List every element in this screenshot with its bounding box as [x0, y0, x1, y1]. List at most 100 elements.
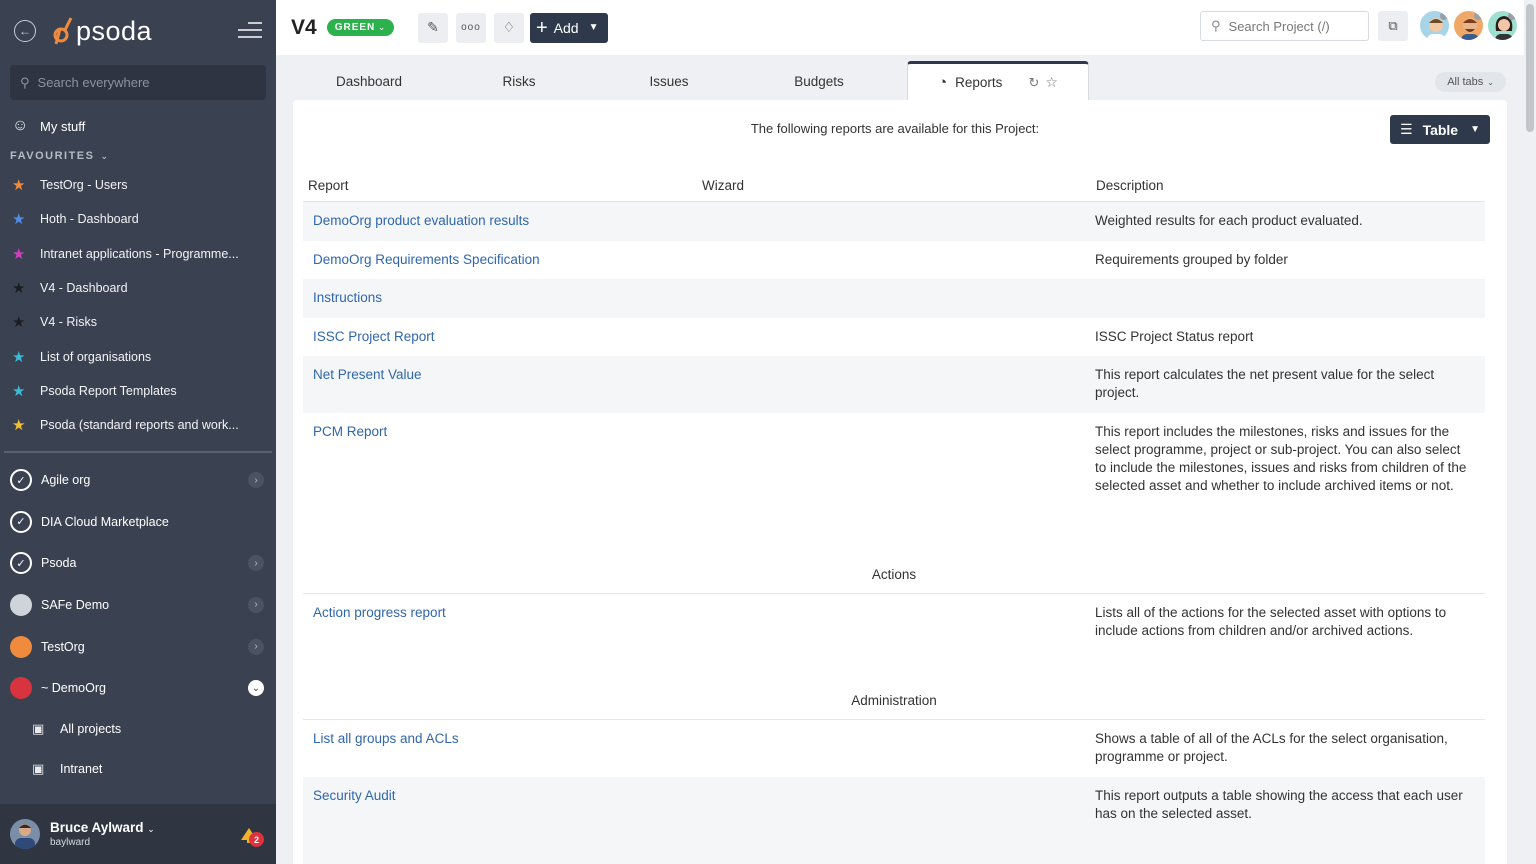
- tab-risks[interactable]: Risks: [444, 61, 594, 101]
- logo-text: psoda: [76, 15, 153, 46]
- group-header: Administration: [303, 652, 1485, 720]
- avatar[interactable]: [1452, 9, 1485, 42]
- chevron-down-icon[interactable]: ⌄: [248, 680, 264, 697]
- sidebar-org-item[interactable]: ✓ Psoda ›: [0, 543, 276, 585]
- list-icon: ☰: [1400, 121, 1413, 137]
- sub-item-label: Intranet: [60, 761, 103, 776]
- user-panel[interactable]: Bruce Aylward ⌄ baylward 2: [0, 804, 276, 864]
- org-label: Agile org: [41, 473, 91, 488]
- favourite-label: List of organisations: [40, 349, 152, 364]
- chevron-right-icon[interactable]: ›: [248, 596, 264, 613]
- favourite-item[interactable]: ★ Psoda Report Templates: [0, 374, 276, 408]
- chevron-down-icon: ⌄: [100, 150, 110, 161]
- report-link[interactable]: DemoOrg product evaluation results: [313, 213, 529, 228]
- external-link-icon: ⧉: [1388, 18, 1398, 33]
- tab-bar: Dashboard Risks Issues Budgets ◔ Reports…: [294, 61, 1512, 101]
- sidebar-divider: [4, 451, 272, 454]
- favourite-item[interactable]: ★ Hoth - Dashboard: [0, 202, 276, 236]
- reports-panel: The following reports are available for …: [293, 100, 1507, 864]
- favourites-header[interactable]: FAVOURITES ⌄: [0, 144, 276, 168]
- org-icon: [10, 677, 32, 700]
- star-icon[interactable]: ☆: [1045, 74, 1058, 91]
- logo[interactable]: psoda: [52, 16, 152, 47]
- sidebar-sub-item[interactable]: ▣ All projects: [0, 709, 276, 749]
- column-header-wizard[interactable]: Wizard: [697, 178, 1091, 193]
- avatar[interactable]: [1486, 9, 1519, 42]
- star-icon: ★: [12, 314, 26, 332]
- back-icon[interactable]: ←: [14, 20, 36, 42]
- report-link[interactable]: ISSC Project Report: [313, 329, 435, 344]
- org-icon: ✓: [10, 469, 32, 492]
- sidebar-org-item[interactable]: ✓ DIA Cloud Marketplace: [0, 501, 276, 543]
- column-header-report[interactable]: Report: [303, 178, 697, 193]
- favourite-item[interactable]: ★ TestOrg - Users: [0, 168, 276, 202]
- favourite-item[interactable]: ★ List of organisations: [0, 339, 276, 373]
- avatar[interactable]: [1418, 9, 1451, 42]
- external-link-button[interactable]: ⧉: [1378, 11, 1408, 41]
- favourite-item[interactable]: ★ Psoda (standard reports and work...: [0, 408, 276, 442]
- pencil-icon: ✎: [427, 19, 439, 35]
- page-scrollbar[interactable]: [1526, 4, 1534, 132]
- star-icon: ★: [12, 177, 26, 195]
- search-everywhere-input[interactable]: ⚲ Search everywhere: [10, 65, 266, 100]
- intro-text: The following reports are available for …: [750, 121, 1040, 136]
- all-tabs-button[interactable]: All tabs ⌄: [1435, 72, 1506, 92]
- star-icon: ★: [12, 280, 26, 298]
- table-row: [303, 833, 1485, 864]
- chevron-down-icon: ⌄: [378, 23, 386, 32]
- sidebar-org-item[interactable]: ~ DemoOrg ⌄: [0, 667, 276, 709]
- table-row: Action progress report Lists all of the a…: [303, 594, 1485, 652]
- edit-button[interactable]: ✎: [417, 12, 448, 43]
- favourite-item[interactable]: ★ V4 - Risks: [0, 305, 276, 339]
- chevron-right-icon[interactable]: ›: [248, 472, 264, 489]
- table-row: PCM Report This report includes the miles…: [303, 413, 1485, 526]
- chevron-right-icon[interactable]: ›: [248, 638, 264, 655]
- org-icon: [10, 635, 32, 658]
- table-row: Security Audit This report outputs a tabl…: [303, 776, 1485, 834]
- sidebar-org-item[interactable]: SAFe Demo ›: [0, 584, 276, 626]
- tag-icon: ♢: [502, 19, 516, 35]
- user-name: Bruce Aylward ⌄: [50, 820, 155, 835]
- table-row: DemoOrg Requirements Specification Requir…: [303, 241, 1485, 280]
- description-cell: Lists all of the actions for the selecte…: [1095, 604, 1447, 638]
- sidebar-org-item[interactable]: TestOrg ›: [0, 626, 276, 668]
- favourite-item[interactable]: ★ Intranet applications - Programme...: [0, 237, 276, 271]
- briefcase-icon: ▣: [32, 720, 45, 736]
- add-button[interactable]: + Add ▼: [529, 12, 609, 43]
- tab-issues[interactable]: Issues: [594, 61, 744, 101]
- column-header-description[interactable]: Description: [1091, 178, 1485, 193]
- my-stuff-link[interactable]: ☺ My stuff: [0, 108, 276, 144]
- notifications-icon[interactable]: 2: [238, 826, 264, 847]
- sidebar-org-item[interactable]: ✓ Agile org ›: [0, 459, 276, 501]
- user-icon: ☺: [12, 117, 29, 134]
- status-badge[interactable]: GREEN ⌄: [326, 19, 394, 36]
- chevron-right-icon[interactable]: ›: [248, 555, 264, 572]
- report-link[interactable]: Security Audit: [313, 788, 396, 803]
- report-link[interactable]: Instructions: [313, 290, 382, 305]
- favourite-item[interactable]: ★ V4 - Dashboard: [0, 271, 276, 305]
- report-link[interactable]: Net Present Value: [313, 367, 422, 382]
- report-link[interactable]: List all groups and ACLs: [313, 731, 459, 746]
- report-link[interactable]: PCM Report: [313, 424, 387, 439]
- org-label: ~ DemoOrg: [41, 681, 106, 696]
- report-link[interactable]: DemoOrg Requirements Specification: [313, 252, 540, 267]
- refresh-icon[interactable]: ↻: [1028, 75, 1039, 91]
- more-icon: ooo: [461, 22, 481, 33]
- search-project-input[interactable]: ⚲ Search Project (/): [1200, 11, 1369, 41]
- tag-button[interactable]: ♢: [493, 12, 524, 43]
- org-label: DIA Cloud Marketplace: [41, 514, 169, 529]
- menu-toggle-icon[interactable]: [238, 22, 262, 38]
- briefcase-icon: ▣: [32, 760, 45, 776]
- description-cell: ISSC Project Status report: [1095, 328, 1254, 344]
- report-link[interactable]: Action progress report: [313, 605, 446, 620]
- avatar[interactable]: [10, 819, 40, 849]
- view-mode-button[interactable]: ☰ Table ▼: [1390, 115, 1490, 144]
- more-button[interactable]: ooo: [455, 12, 486, 43]
- tab-budgets[interactable]: Budgets: [744, 61, 894, 101]
- tab-reports[interactable]: ◔ Reports ↻ ☆: [907, 61, 1089, 101]
- tab-dashboard[interactable]: Dashboard: [294, 61, 444, 101]
- favourite-label: V4 - Dashboard: [40, 281, 128, 296]
- sidebar-sub-item[interactable]: ▣ Intranet: [0, 749, 276, 789]
- table-row: Net Present Value This report calculates …: [303, 356, 1485, 413]
- favourite-label: Psoda (standard reports and work...: [40, 418, 239, 433]
